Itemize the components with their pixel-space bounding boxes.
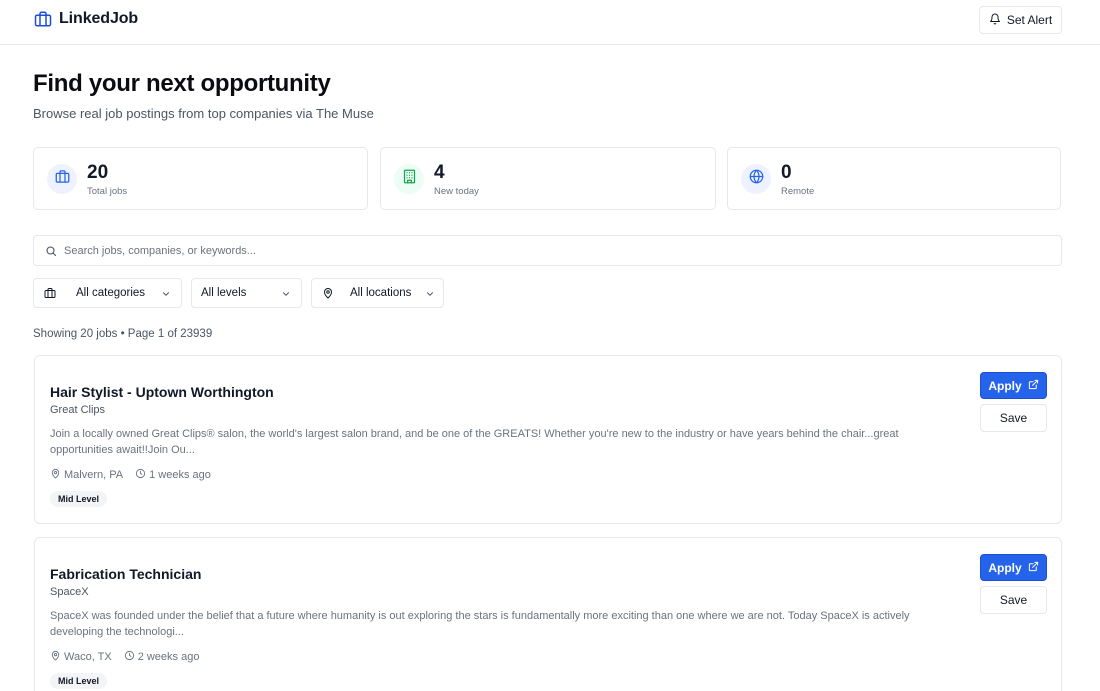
location-filter-select[interactable]: All locations — [311, 278, 444, 308]
stat-icon-circle — [741, 164, 771, 194]
job-meta: Waco, TX 2 weeks ago — [50, 650, 211, 664]
chevron-down-icon — [425, 289, 435, 302]
job-posted-text: 1 weeks ago — [149, 469, 211, 481]
job-title[interactable]: Fabrication Technician — [50, 566, 201, 582]
stat-card-total-jobs: 20 Total jobs — [33, 147, 368, 210]
map-pin-icon — [50, 468, 61, 482]
apply-label: Apply — [988, 560, 1022, 575]
job-description: SpaceX was founded under the belief that… — [50, 610, 910, 638]
stat-icon-circle — [47, 164, 77, 194]
external-link-icon — [1028, 561, 1039, 575]
globe-icon — [749, 169, 764, 189]
stat-label: New today — [434, 186, 479, 197]
brand-name: LinkedJob — [59, 10, 139, 27]
chevron-down-icon — [161, 289, 171, 302]
job-location: Waco, TX — [50, 650, 112, 664]
building-icon — [402, 169, 417, 189]
bell-icon — [989, 13, 1001, 28]
job-location-text: Malvern, PA — [64, 469, 124, 481]
external-link-icon — [1028, 379, 1039, 393]
stat-card-new-today: 4 New today — [380, 147, 716, 210]
map-pin-icon — [50, 650, 61, 664]
apply-button[interactable]: Apply — [980, 554, 1047, 581]
search-icon — [45, 244, 57, 262]
job-meta: Malvern, PA 1 weeks ago — [50, 468, 223, 482]
search-input[interactable] — [64, 240, 1044, 262]
job-posted-text: 2 weeks ago — [137, 651, 200, 663]
save-button[interactable]: Save — [980, 586, 1047, 614]
page-title: Find your next opportunity — [33, 70, 331, 97]
job-company: SpaceX — [50, 586, 89, 598]
stat-label: Total jobs — [87, 186, 128, 197]
job-company: Great Clips — [50, 404, 106, 416]
apply-label: Apply — [988, 378, 1022, 393]
job-location-text: Waco, TX — [64, 651, 112, 663]
top-navigation-bar: LinkedJob Set Alert — [0, 0, 1100, 45]
stat-label: Remote — [781, 186, 815, 197]
level-filter-value: All levels — [201, 287, 247, 299]
job-title[interactable]: Hair Stylist - Uptown Worthington — [50, 384, 274, 400]
job-level-badge: Mid Level — [50, 673, 108, 689]
level-filter-select[interactable]: All levels — [191, 278, 302, 308]
briefcase-icon — [55, 169, 70, 189]
clock-icon — [135, 468, 146, 482]
category-filter-select[interactable]: All categories — [33, 278, 182, 308]
job-posted: 2 weeks ago — [124, 650, 200, 664]
set-alert-label: Set Alert — [1006, 13, 1053, 27]
save-button[interactable]: Save — [980, 404, 1047, 432]
set-alert-button[interactable]: Set Alert — [979, 6, 1062, 34]
stat-icon-circle — [394, 164, 424, 194]
briefcase-icon — [34, 10, 52, 28]
stat-value: 0 — [781, 162, 792, 183]
category-filter-value: All categories — [76, 287, 146, 299]
stat-card-remote: 0 Remote — [727, 147, 1061, 210]
apply-button[interactable]: Apply — [980, 372, 1047, 399]
job-posted: 1 weeks ago — [135, 468, 211, 482]
job-card[interactable]: Hair Stylist - Uptown Worthington Great … — [34, 355, 1062, 524]
briefcase-icon — [44, 287, 56, 302]
clock-icon — [124, 650, 135, 664]
search-bar — [33, 235, 1062, 266]
job-location: Malvern, PA — [50, 468, 123, 482]
results-summary: Showing 20 jobs • Page 1 of 23939 — [33, 328, 213, 340]
stat-value: 4 — [434, 162, 445, 183]
job-level-badge: Mid Level — [50, 491, 108, 507]
page-subtitle: Browse real job postings from top compan… — [33, 106, 374, 121]
job-card[interactable]: Fabrication Technician SpaceX SpaceX was… — [34, 537, 1062, 691]
job-description: Join a locally owned Great Clips® salon,… — [50, 428, 899, 456]
location-filter-value: All locations — [350, 287, 412, 299]
brand[interactable]: LinkedJob — [34, 10, 138, 28]
chevron-down-icon — [281, 289, 291, 302]
map-pin-icon — [322, 287, 334, 302]
stat-value: 20 — [87, 162, 109, 183]
